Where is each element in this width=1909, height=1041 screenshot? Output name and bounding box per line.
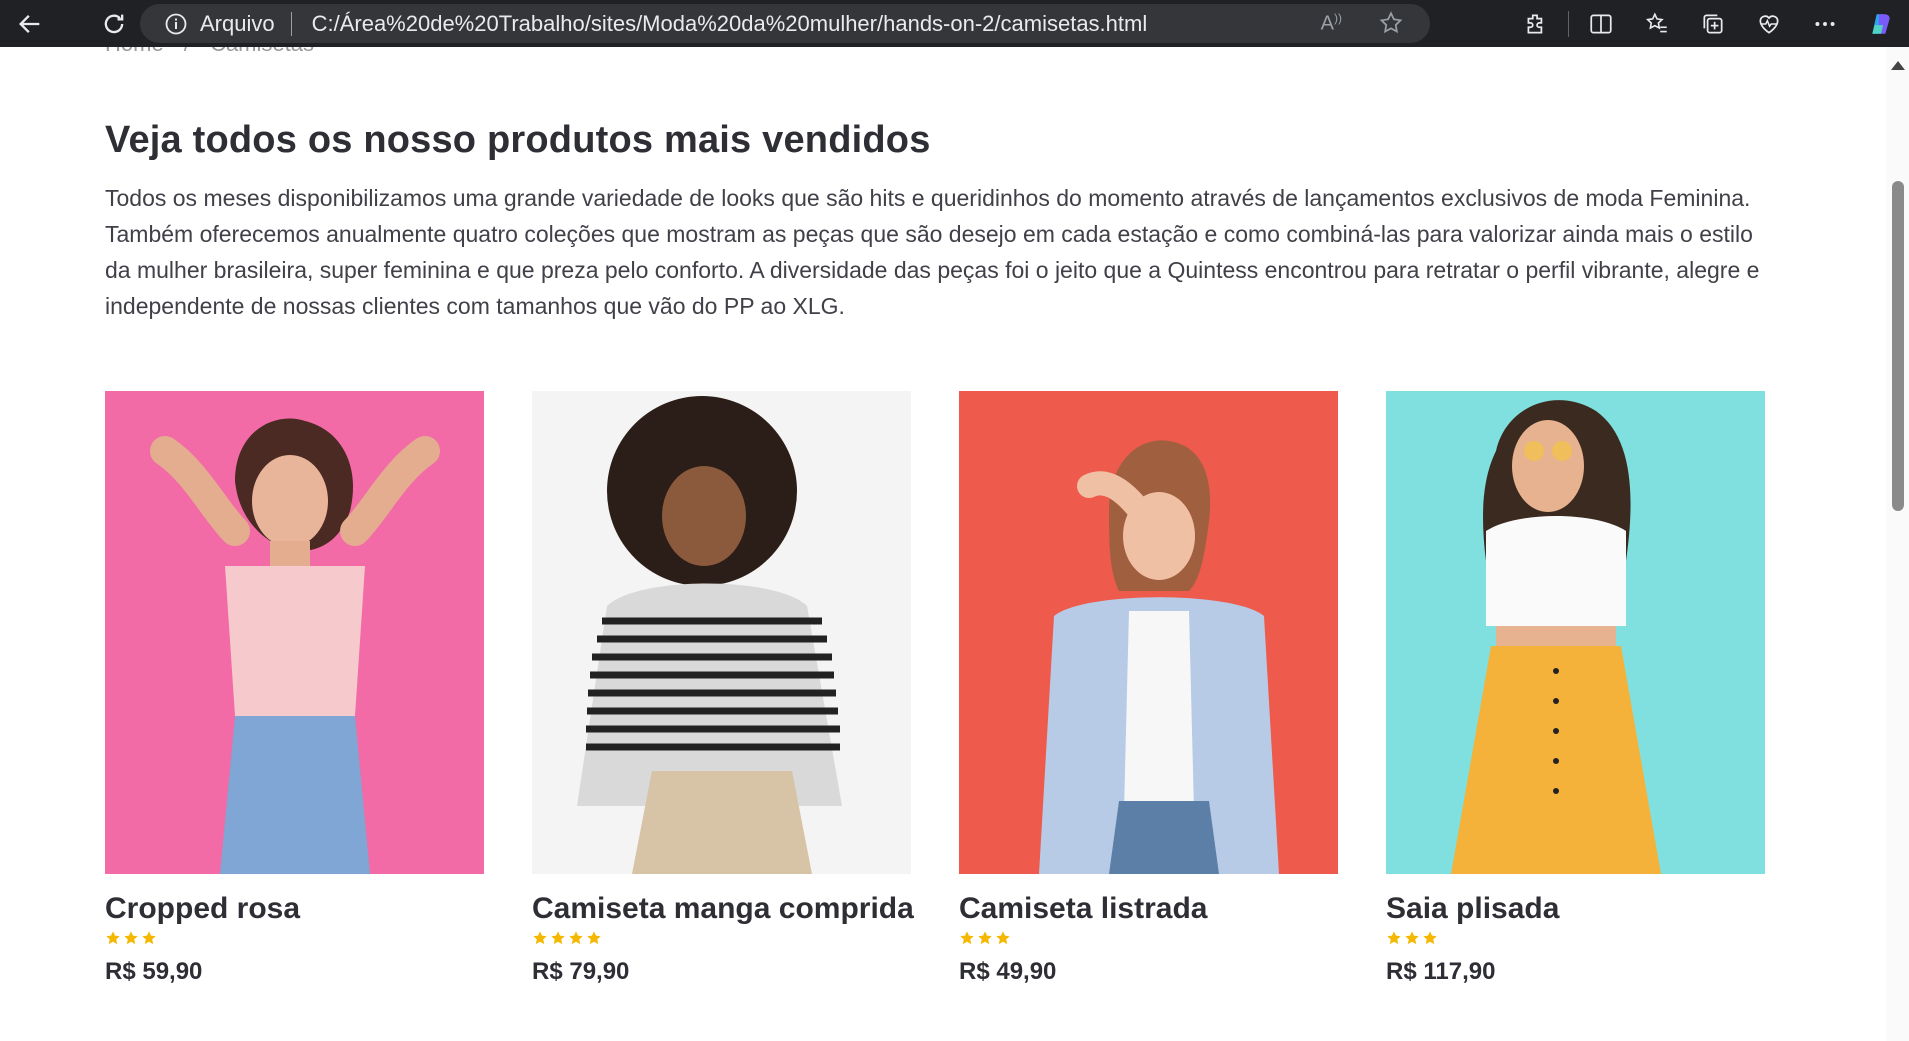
product-card[interactable]: Camiseta manga comprida R$ 79,90 [532,391,914,986]
page-title: Veja todos os nosso produtos mais vendid… [105,119,931,161]
back-button[interactable] [10,4,50,44]
rating-star-icon [996,931,1010,945]
favorites-list-icon [1645,11,1667,32]
breadcrumb-home-link[interactable]: Home [105,47,164,56]
browser-toolbar: Arquivo C:/Área%20de%20Trabalho/sites/Mo… [0,0,1909,47]
breadcrumb: Home / Camisetas [105,47,328,57]
product-image [105,391,484,874]
product-card[interactable]: Camiseta listrada R$ 49,90 [959,391,1338,986]
rating-star-icon [1423,931,1437,945]
url-divider [290,11,292,36]
favorites-button[interactable] [1629,0,1685,47]
rating-star-icon [142,931,156,945]
product-rating [105,930,484,950]
more-dots-icon [1815,21,1835,26]
rating-star-icon [960,931,974,945]
more-menu-button[interactable] [1797,0,1853,47]
rating-star-icon [533,931,547,945]
split-screen-button[interactable] [1573,0,1629,47]
rating-star-icon [124,931,138,945]
product-photo[interactable] [1386,391,1765,874]
address-bar[interactable]: Arquivo C:/Área%20de%20Trabalho/sites/Mo… [140,4,1430,43]
product-price: R$ 49,90 [959,958,1057,985]
product-name[interactable]: Camiseta manga comprida [532,892,914,926]
product-image [959,391,1338,874]
heart-pulse-icon [1759,14,1779,34]
read-aloud-icon[interactable]: A)) [1321,11,1342,36]
product-photo[interactable] [105,391,484,874]
product-name[interactable]: Camiseta listrada [959,892,1338,926]
url-text[interactable]: C:/Área%20de%20Trabalho/sites/Moda%20da%… [312,11,1148,37]
rating-star-icon [1387,931,1401,945]
product-photo[interactable] [532,391,911,874]
rating-star-icon [569,931,583,945]
product-rating [959,930,1338,950]
product-card[interactable]: Cropped rosa R$ 59,90 [105,391,484,986]
rating-star-icon [106,931,120,945]
product-name[interactable]: Saia plisada [1386,892,1765,926]
intro-paragraph: Todos os meses disponibilizamos uma gran… [105,185,1760,319]
product-price: R$ 117,90 [1386,958,1496,985]
split-screen-icon [1590,13,1612,34]
scheme-label: Arquivo [200,10,275,36]
page-content: Home / Camisetas Veja todos os nosso pro… [0,47,1886,1041]
collections-button[interactable] [1685,0,1741,47]
copilot-button[interactable] [1853,0,1909,47]
scroll-up-arrow-icon[interactable] [1891,61,1905,70]
toolbar-divider [1568,10,1569,37]
puzzle-icon [1527,13,1543,34]
rating-star-icon [587,931,601,945]
breadcrumb-separator: / [184,47,190,56]
page-scrollbar[interactable] [1886,47,1909,1041]
product-image [1386,391,1765,874]
product-price: R$ 79,90 [532,958,630,985]
rating-star-icon [551,931,565,945]
product-name[interactable]: Cropped rosa [105,892,484,926]
extensions-button[interactable] [1508,0,1564,47]
rating-star-icon [1405,931,1419,945]
collections-icon [1703,13,1723,34]
browser-tools [1508,0,1909,47]
rating-star-icon [978,931,992,945]
refresh-button[interactable] [94,4,134,44]
copilot-icon [1872,13,1890,34]
scrollbar-thumb[interactable] [1892,181,1904,511]
product-card[interactable]: Saia plisada R$ 117,90 [1386,391,1765,986]
product-grid: Cropped rosa R$ 59,90 Camiseta manga com… [105,391,1767,991]
info-icon[interactable] [164,12,188,36]
product-rating [532,930,911,950]
favorite-star-icon[interactable] [1378,10,1404,36]
product-rating [1386,930,1765,950]
refresh-icon [104,14,124,33]
browser-essentials-button[interactable] [1741,0,1797,47]
product-price: R$ 59,90 [105,958,203,985]
product-image [532,391,911,874]
breadcrumb-current: Camisetas [210,47,314,56]
back-arrow-icon [19,14,40,33]
product-photo[interactable] [959,391,1338,874]
